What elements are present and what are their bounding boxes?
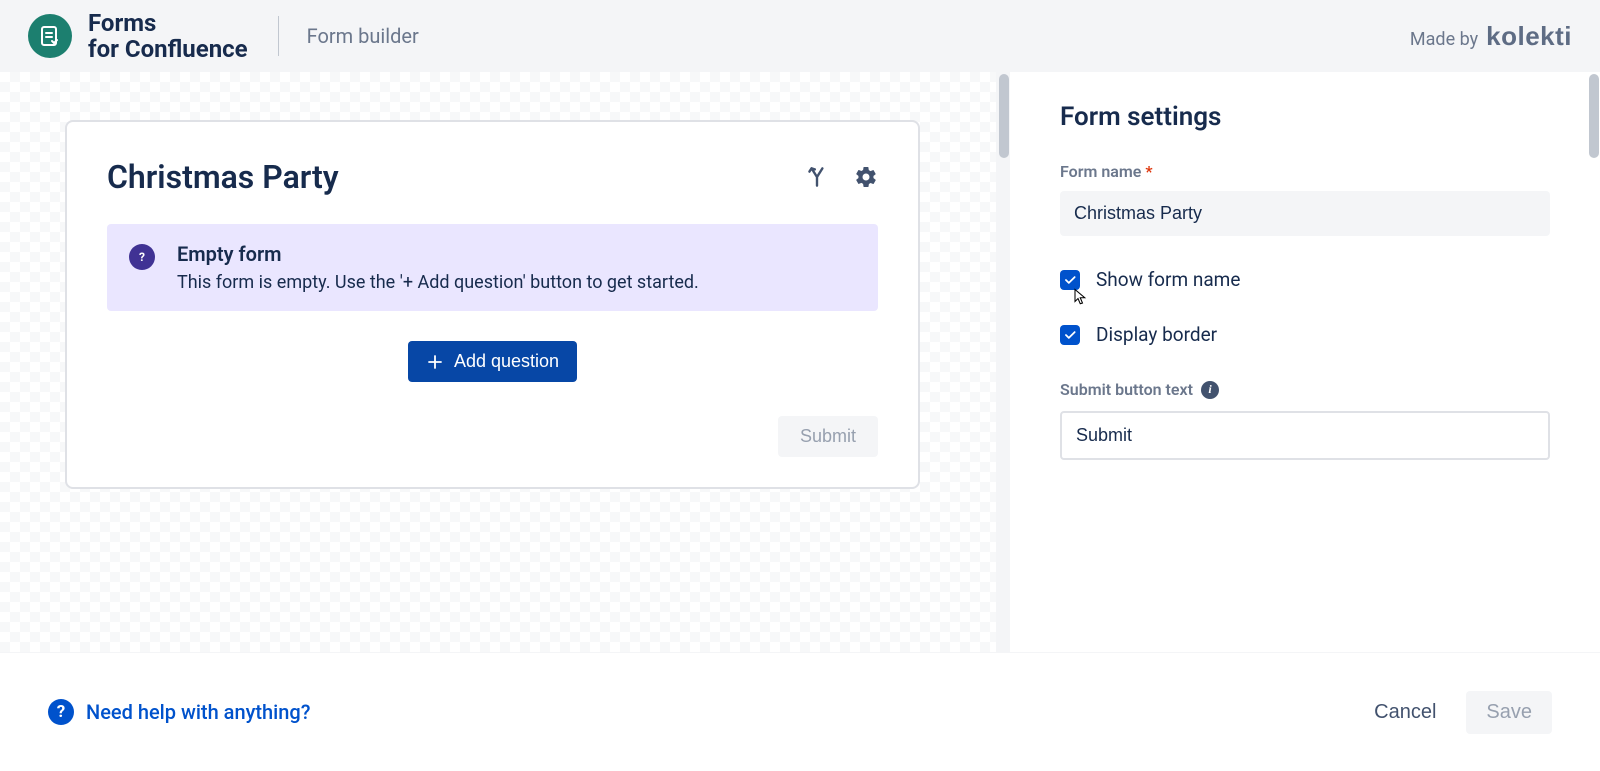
app-logo-icon — [28, 14, 72, 58]
submit-text-label: Submit button text — [1060, 380, 1193, 399]
save-button[interactable]: Save — [1466, 691, 1552, 734]
add-question-button[interactable]: Add question — [408, 341, 577, 382]
settings-panel: Form settings Form name* Show form name … — [1010, 72, 1600, 652]
add-question-label: Add question — [454, 351, 559, 372]
svg-text:?: ? — [139, 250, 145, 264]
canvas-scrollbar[interactable] — [996, 72, 1010, 652]
empty-banner-text: This form is empty. Use the '+ Add quest… — [177, 272, 699, 293]
display-border-label: Display border — [1096, 323, 1217, 346]
cancel-button[interactable]: Cancel — [1374, 701, 1436, 724]
footer: ? Need help with anything? Cancel Save — [0, 652, 1600, 771]
plus-icon — [426, 353, 444, 371]
app-title-line2: for Confluence — [88, 36, 248, 62]
submit-text-input[interactable] — [1060, 411, 1550, 460]
app-title-line1: Forms — [88, 10, 248, 36]
form-name-input[interactable] — [1060, 191, 1550, 236]
gear-icon[interactable] — [854, 165, 878, 189]
question-circle-icon: ? — [129, 244, 155, 270]
help-link[interactable]: ? Need help with anything? — [48, 699, 310, 725]
settings-scroll-thumb[interactable] — [1589, 74, 1599, 158]
form-card-header: Christmas Party — [107, 158, 878, 196]
check-icon — [1063, 273, 1077, 287]
form-title: Christmas Party — [107, 158, 804, 196]
info-icon[interactable]: i — [1201, 381, 1219, 399]
form-canvas: Christmas Party — [0, 72, 1010, 652]
show-form-name-checkbox[interactable] — [1060, 270, 1080, 290]
submit-preview-button[interactable]: Submit — [778, 416, 878, 457]
form-card[interactable]: Christmas Party — [65, 120, 920, 489]
app-header: Forms for Confluence Form builder Made b… — [0, 0, 1600, 72]
required-star-icon: * — [1145, 162, 1152, 181]
show-form-name-label: Show form name — [1096, 268, 1240, 291]
branch-icon[interactable] — [804, 164, 830, 190]
empty-banner-title: Empty form — [177, 242, 699, 266]
main-area: Christmas Party — [0, 72, 1600, 652]
form-name-label: Form name* — [1060, 162, 1550, 181]
app-title: Forms for Confluence — [88, 10, 248, 63]
settings-scrollbar[interactable] — [1586, 72, 1600, 652]
display-border-checkbox[interactable] — [1060, 325, 1080, 345]
header-divider — [278, 16, 279, 56]
empty-form-banner: ? Empty form This form is empty. Use the… — [107, 224, 878, 311]
check-icon — [1063, 328, 1077, 342]
made-by-label: Made by — [1410, 29, 1478, 50]
breadcrumb: Form builder — [307, 24, 419, 48]
brand-name: kolekti — [1486, 21, 1572, 52]
brand-attribution: Made by kolekti — [1410, 21, 1572, 52]
help-text: Need help with anything? — [86, 700, 310, 724]
settings-heading: Form settings — [1060, 102, 1550, 132]
canvas-scroll-thumb[interactable] — [999, 74, 1009, 158]
help-icon: ? — [48, 699, 74, 725]
